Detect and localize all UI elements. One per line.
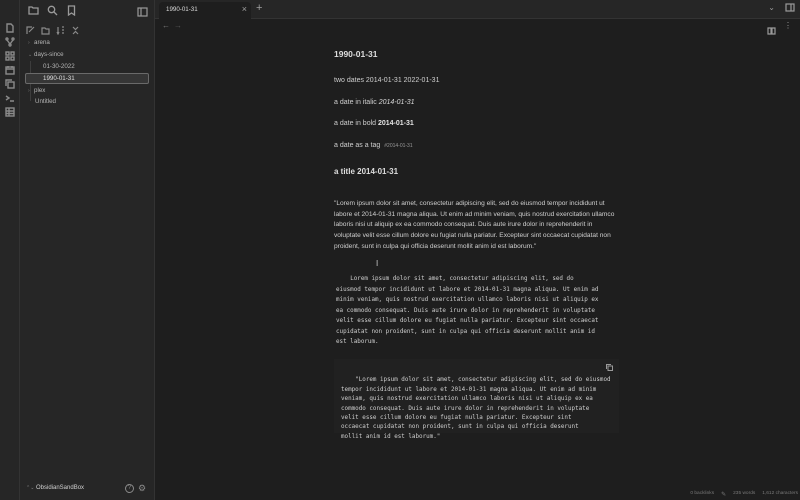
tree-item-label: Untitled — [35, 98, 56, 105]
tree-item-01-30-2022[interactable]: 01-30-2022 — [43, 62, 75, 72]
sidebar-top-icons — [28, 3, 77, 17]
reading-view-icon[interactable] — [767, 22, 776, 40]
code-text: "Lorem ipsum dolor sit amet, consectetur… — [341, 377, 611, 440]
sort-icon[interactable] — [56, 22, 65, 40]
folder-icon[interactable] — [28, 3, 39, 17]
tree-item-arena[interactable]: › arena — [28, 38, 50, 48]
italic-date-line: a date in italic 2014-01-31 — [334, 99, 415, 106]
line-text: a date in bold — [334, 120, 378, 127]
tree-item-label: arena — [34, 39, 50, 46]
status-bar: 0 backlinks ✎ 235 words 1,612 characters — [690, 491, 798, 498]
tab-title: 1990-01-31 — [166, 6, 198, 13]
note-subheading: a title 2014-01-31 — [334, 167, 399, 176]
word-count: 235 words — [733, 491, 756, 496]
file-explorer-sidebar: › arena ⌄ days-since 01-30-2022 1990-01-31… — [20, 0, 155, 500]
search-icon[interactable] — [47, 3, 58, 17]
tab-1990-01-31[interactable]: 1990-01-31 × — [159, 2, 251, 19]
date-tag[interactable]: #2014-01-31 — [384, 143, 412, 149]
view-header: ← → ⋮ — [155, 19, 800, 35]
line-text: a date as a tag — [334, 142, 383, 149]
tree-item-plex[interactable]: › plex — [28, 86, 45, 96]
bold-date-line: a date in bold 2014-01-31 — [334, 120, 414, 127]
close-icon[interactable]: × — [242, 4, 247, 14]
tree-item-days-since[interactable]: ⌄ days-since — [28, 50, 64, 60]
bold-date: 2014-01-31 — [377, 120, 414, 127]
note-title: 1990-01-31 — [334, 49, 378, 59]
text-cursor-icon: I — [376, 259, 379, 268]
vault-chevron-icon: ⌃⌄ — [26, 485, 35, 491]
char-count: 1,612 characters — [762, 491, 798, 496]
backlinks-count[interactable]: 0 backlinks — [690, 491, 714, 498]
copy-code-icon[interactable] — [606, 364, 613, 375]
graph-icon[interactable] — [4, 37, 16, 49]
view-actions: ⋮ — [767, 22, 792, 40]
vault-name: ObsidianSandBox — [36, 485, 85, 491]
help-icon[interactable]: ? — [125, 484, 134, 493]
collapse-all-icon[interactable] — [71, 22, 80, 40]
terminal-icon[interactable] — [4, 93, 16, 105]
calendar-icon[interactable] — [4, 65, 16, 77]
bookmark-icon[interactable] — [66, 3, 77, 17]
tab-list-chevron-icon[interactable]: ⌄ — [768, 3, 775, 14]
fenced-code-block: "Lorem ipsum dolor sit amet, consectetur… — [334, 359, 619, 440]
sidebar-toggle-icon[interactable] — [137, 4, 148, 22]
lorem-paragraph: "Lorem ipsum dolor sit amet, consectetur… — [334, 200, 615, 250]
table-icon[interactable] — [4, 107, 16, 119]
italic-date: 2014-01-31 — [378, 99, 415, 106]
line-text: a date in italic — [334, 99, 379, 106]
tab-bar: 1990-01-31 × + ⌄ — [155, 0, 800, 19]
two-dates-line: two dates 2014-01-31 2022-01-31 — [334, 77, 440, 84]
tree-item-label: plex — [34, 87, 46, 94]
vault-switcher[interactable]: ⌃⌄ ObsidianSandBox ? ⚙ — [20, 482, 155, 496]
edit-mode-icon[interactable]: ✎ — [721, 491, 726, 498]
forward-arrow-icon[interactable]: → — [174, 21, 182, 30]
tabbar-right-controls: ⌄ — [768, 3, 795, 14]
file-icon[interactable] — [4, 23, 16, 35]
new-tab-button[interactable]: + — [256, 2, 262, 14]
copy-icon[interactable] — [4, 79, 16, 91]
tree-item-untitled[interactable]: Untitled — [35, 97, 56, 107]
settings-gear-icon[interactable]: ⚙ — [138, 483, 146, 494]
indented-code-block: Lorem ipsum dolor sit amet, consectetur … — [336, 276, 599, 345]
tag-date-line: a date as a tag #2014-01-31 — [334, 142, 413, 149]
more-options-icon[interactable]: ⋮ — [784, 22, 792, 40]
tree-item-label: 1990-01-31 — [43, 75, 75, 82]
tree-item-1990-01-31[interactable]: 1990-01-31 — [25, 73, 149, 84]
ribbon — [0, 0, 20, 500]
back-arrow-icon[interactable]: ← — [162, 21, 170, 30]
tree-item-label: days-since — [34, 51, 64, 58]
right-sidebar-toggle-icon[interactable] — [785, 3, 795, 14]
canvas-icon[interactable] — [4, 51, 16, 63]
tree-item-label: 01-30-2022 — [43, 63, 75, 70]
